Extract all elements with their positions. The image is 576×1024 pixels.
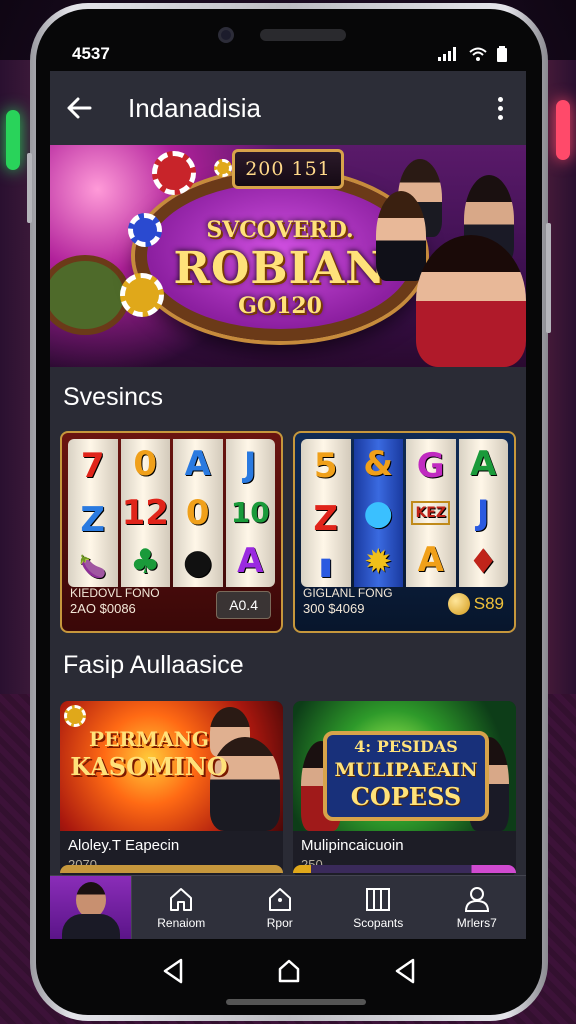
- status-bar: 4537: [56, 41, 522, 67]
- earpiece-speaker: [260, 29, 346, 41]
- hero-line-2: ROBIAN: [173, 243, 387, 294]
- reel-symbol: ●: [182, 542, 213, 583]
- reel-symbol: A: [237, 541, 264, 582]
- featured-game-card[interactable]: PERMANG KASOMINO Aloley.T Eapecin 2070: [60, 701, 283, 877]
- reel-symbol: A: [184, 443, 211, 484]
- gold-coin-icon: [64, 705, 86, 727]
- reel-symbol: J: [243, 444, 257, 485]
- reel-symbol: Z: [80, 500, 106, 541]
- background-light: [6, 110, 20, 170]
- phone-frame: 4537 Indanadisia 200 151 SVCOVERD. ROBIA…: [27, 3, 551, 1021]
- power-button: [546, 223, 551, 333]
- hero-line-1: SVCOVERD.: [206, 217, 354, 243]
- featured-art-line-1: PERMANG: [89, 727, 209, 751]
- person-icon: [464, 886, 489, 912]
- featured-art-line-1: 4: PESIDAS: [354, 737, 458, 756]
- reel-symbol: 🍆: [79, 554, 107, 580]
- slot-game-card[interactable]: 7 Z 🍆 0 12 ♣ A 0 ● J 10 A KIEDOVL FONO 2…: [60, 431, 283, 633]
- hero-banner[interactable]: 200 151 SVCOVERD. ROBIAN GO120: [50, 145, 526, 367]
- featured-game-title: Mulipincaicuoin: [301, 837, 404, 854]
- nav-item-mrlers[interactable]: Mrlers7: [428, 876, 527, 939]
- reel-symbol: ●: [363, 492, 394, 533]
- back-arrow-icon: [67, 97, 92, 119]
- reel-symbol: 5: [313, 445, 338, 486]
- system-navigation-bar: [36, 939, 542, 1003]
- hero-line-3: GO120: [238, 293, 322, 319]
- featured-art-line-2: KASOMINO: [70, 752, 228, 781]
- reel-symbol: ♦: [468, 542, 499, 583]
- reel-symbol: J: [476, 492, 490, 533]
- reel-symbol: ♣: [130, 542, 161, 583]
- reel-symbol: 0: [185, 492, 210, 533]
- wifi-icon: [469, 47, 487, 61]
- reel-symbol: ✹: [364, 542, 393, 583]
- section-title-featured: Fasip Aullaasice: [63, 651, 244, 679]
- status-time: 4537: [72, 44, 110, 63]
- app-bar: Indanadisia: [50, 71, 526, 145]
- poker-chip-icon: [120, 273, 164, 317]
- reel-symbol: G: [416, 446, 445, 487]
- poker-chip-icon: [152, 151, 196, 195]
- nav-item-scopants[interactable]: Scopants: [329, 876, 428, 939]
- featured-art-line-2: MULIPAEAIN: [334, 759, 478, 781]
- nav-item-renaiom[interactable]: Renaiom: [132, 876, 231, 939]
- reel-symbol: 12: [121, 492, 169, 533]
- reel-symbol: 7: [80, 446, 105, 487]
- back-button[interactable]: [66, 88, 106, 128]
- nav-item-label: Rpor: [266, 915, 293, 930]
- phone-screen-bezel: 4537 Indanadisia 200 151 SVCOVERD. ROBIA…: [36, 9, 542, 1015]
- battery-icon: [497, 46, 507, 62]
- section-title-slots: Svesincs: [63, 383, 164, 411]
- avatar[interactable]: [50, 876, 132, 939]
- featured-game-list: PERMANG KASOMINO Aloley.T Eapecin 2070 4…: [50, 701, 526, 877]
- volume-button: [27, 153, 32, 223]
- reel-symbol: 0: [133, 443, 158, 484]
- coin-balance-value: S89: [473, 594, 504, 613]
- reel-symbol: KEZ: [411, 500, 451, 525]
- app-screen: Indanadisia 200 151 SVCOVERD. ROBIAN GO1…: [50, 71, 526, 939]
- home-indicator[interactable]: [226, 999, 366, 1005]
- coin-balance[interactable]: S89: [447, 593, 504, 615]
- slot-reels: 5 Z ▮ & ● ✹ G KEZ A A J ♦: [301, 439, 508, 587]
- slot-game-list: 7 Z 🍆 0 12 ♣ A 0 ● J 10 A KIEDOVL FONO 2…: [50, 431, 526, 633]
- reel-symbol: Z: [313, 498, 339, 539]
- system-back-icon[interactable]: [162, 958, 184, 984]
- bottom-navigation: Renaiom Rpor Scopants Mrlers7: [50, 875, 526, 939]
- house-outline-icon: [268, 887, 291, 911]
- slot-card-badge[interactable]: A0.4: [216, 591, 271, 619]
- nav-item-label: Renaiom: [157, 915, 206, 930]
- reel-symbol: &: [363, 443, 394, 484]
- next-row-peek: [60, 865, 516, 873]
- hero-plaque: 200 151: [232, 149, 344, 189]
- slot-game-card[interactable]: 5 Z ▮ & ● ✹ G KEZ A A J ♦ GIGLANL FONG 3…: [293, 431, 516, 633]
- reel-symbol: ▮: [319, 552, 333, 581]
- nav-item-label: Scopants: [353, 915, 404, 930]
- background-light: [556, 100, 570, 160]
- featured-game-card[interactable]: 4: PESIDAS MULIPAEAIN COPESS Mulipincaic…: [293, 701, 516, 877]
- slot-reels: 7 Z 🍆 0 12 ♣ A 0 ● J 10 A: [68, 439, 275, 587]
- poker-chip-icon: [128, 213, 162, 247]
- people-illustration: [376, 155, 526, 367]
- signal-icon: [438, 47, 456, 61]
- system-home-icon[interactable]: [277, 958, 301, 984]
- gold-coin-icon: [214, 159, 232, 177]
- featured-game-art: PERMANG KASOMINO: [60, 701, 283, 831]
- reel-symbol: 10: [230, 496, 270, 530]
- featured-art-line-3: COPESS: [350, 782, 462, 811]
- featured-game-title: Aloley.T Eapecin: [68, 837, 180, 854]
- columns-icon: [366, 887, 391, 911]
- system-recents-icon[interactable]: [394, 958, 416, 984]
- app-title: Indanadisia: [128, 92, 261, 123]
- home-icon: [170, 887, 193, 911]
- slot-card-info: KIEDOVL FONO 2AO $0086 A0.4: [70, 585, 273, 625]
- reel-symbol: A: [470, 443, 497, 484]
- more-options-icon[interactable]: [490, 96, 510, 120]
- casino-table-illustration: [50, 255, 130, 335]
- nav-item-label: Mrlers7: [456, 915, 497, 930]
- gold-coin-icon: [447, 593, 470, 615]
- slot-card-info: GIGLANL FONG 300 $4069 S89: [303, 585, 506, 625]
- nav-item-rpor[interactable]: Rpor: [231, 876, 330, 939]
- featured-game-art: 4: PESIDAS MULIPAEAIN COPESS: [293, 701, 516, 831]
- reel-symbol: A: [417, 539, 444, 580]
